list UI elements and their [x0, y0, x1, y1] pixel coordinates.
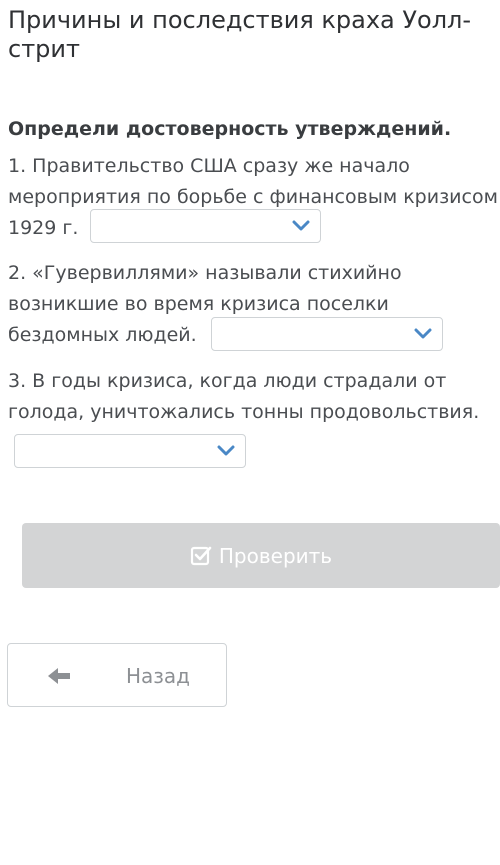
question-3-text: 3. В годы кризиса, когда люди страдали о… — [8, 370, 480, 423]
question-2: 2. «Гувервиллями» называли стихийно возн… — [8, 258, 500, 351]
back-button-label: Назад — [126, 664, 191, 688]
check-button[interactable]: Проверить — [22, 523, 500, 588]
question-3: 3. В годы кризиса, когда люди страдали о… — [8, 366, 500, 468]
arrow-left-icon — [48, 668, 70, 684]
chevron-down-icon — [414, 328, 432, 338]
answer-select-1[interactable] — [90, 208, 322, 243]
answer-select-3[interactable] — [14, 434, 246, 468]
chevron-down-icon — [217, 445, 235, 456]
check-button-label: Проверить — [218, 543, 333, 568]
chevron-down-icon — [292, 220, 310, 230]
answer-select-2[interactable] — [210, 316, 443, 351]
page-title: Причины и последствия краха Уолл-стрит — [8, 6, 472, 63]
question-1: 1. Правительство США сразу же начало мер… — [8, 151, 500, 244]
checkbox-check-icon — [190, 546, 212, 565]
task-instruction: Определи достоверность утверждений. — [8, 118, 452, 140]
back-button[interactable]: Назад — [7, 643, 227, 707]
